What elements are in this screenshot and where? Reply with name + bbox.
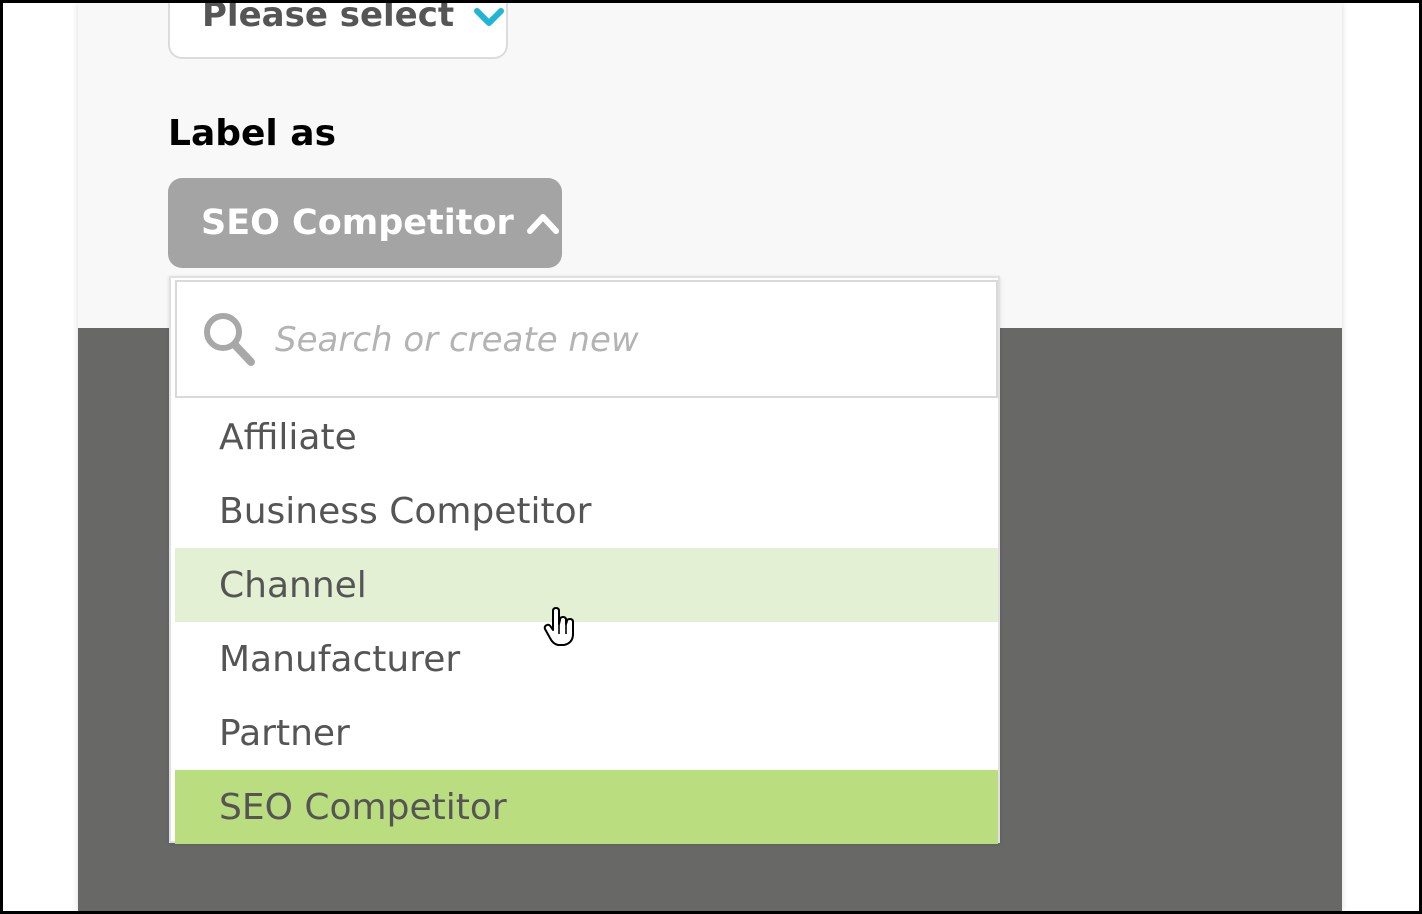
- label-select-button[interactable]: SEO Competitor: [168, 178, 562, 268]
- option-affiliate[interactable]: Affiliate: [175, 400, 998, 474]
- search-input[interactable]: [275, 312, 965, 368]
- label-as-heading: Label as: [168, 113, 337, 154]
- option-partner[interactable]: Partner: [175, 696, 998, 770]
- please-select-dropdown[interactable]: Please select: [168, 0, 508, 59]
- hand-pointer-icon: [543, 607, 577, 647]
- option-business-competitor[interactable]: Business Competitor: [175, 474, 998, 548]
- chevron-up-icon: [526, 204, 560, 244]
- search-icon: [201, 310, 257, 368]
- option-seo-competitor[interactable]: SEO Competitor: [175, 770, 998, 844]
- chevron-down-icon: [473, 3, 504, 37]
- options-list: Affiliate Business Competitor Channel Ma…: [175, 400, 998, 844]
- search-box: [175, 280, 998, 398]
- screenshot-frame: Please select Label as SEO Competitor Se…: [0, 0, 1422, 914]
- option-channel[interactable]: Channel: [175, 548, 998, 622]
- please-select-label: Please select: [202, 0, 455, 35]
- label-select-value: SEO Competitor: [201, 203, 514, 243]
- option-manufacturer[interactable]: Manufacturer: [175, 622, 998, 696]
- label-dropdown-menu: Affiliate Business Competitor Channel Ma…: [169, 276, 1000, 844]
